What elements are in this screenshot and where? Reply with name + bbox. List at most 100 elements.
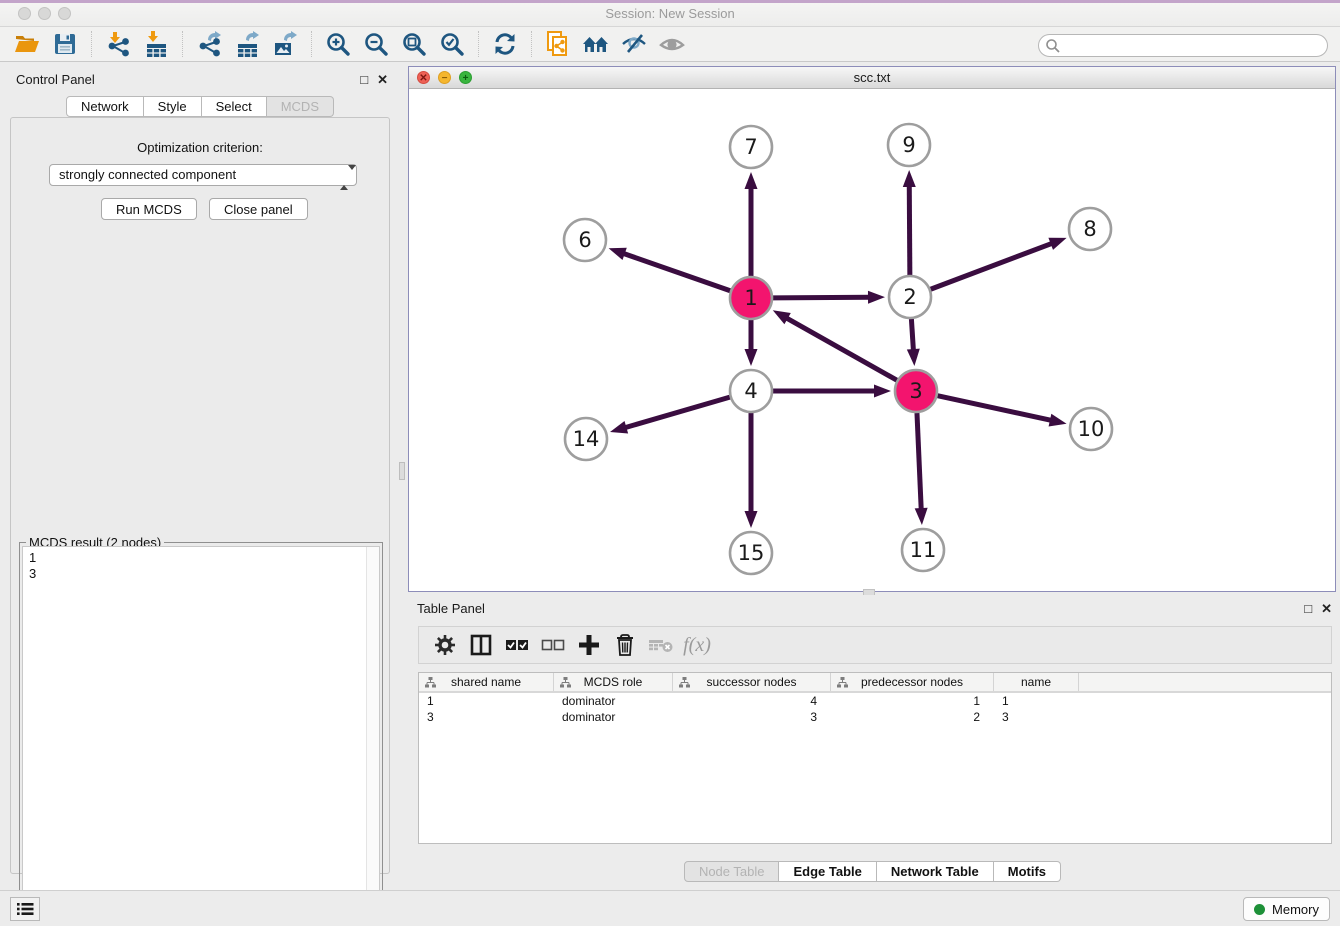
tab-select[interactable]: Select: [202, 96, 267, 117]
tab-node-table[interactable]: Node Table: [684, 861, 780, 882]
network-graph-canvas[interactable]: 7968124314101511: [409, 89, 1335, 591]
table-cell: 3: [994, 709, 1079, 725]
toolbar-separator: [478, 31, 479, 57]
column-header-label: shared name: [451, 675, 521, 689]
add-column-button[interactable]: [571, 630, 607, 660]
float-panel-icon[interactable]: □: [1304, 601, 1312, 616]
result-line: 1: [29, 550, 373, 566]
refresh-button[interactable]: [486, 29, 524, 59]
search-field[interactable]: [1038, 34, 1328, 57]
columns-button[interactable]: [463, 630, 499, 660]
tab-network-table[interactable]: Network Table: [877, 861, 994, 882]
import-network-button[interactable]: [99, 29, 137, 59]
select-stepper-icon: [340, 168, 351, 188]
table-row[interactable]: 1dominator411: [419, 693, 1331, 709]
table-row[interactable]: 3dominator323: [419, 709, 1331, 725]
show-all-button[interactable]: [653, 29, 691, 59]
zoom-fit-icon: [401, 31, 427, 57]
export-table-button[interactable]: [228, 29, 266, 59]
table-panel-title: Table Panel: [405, 595, 1340, 616]
column-header-label: name: [1021, 675, 1051, 689]
arrowhead-icon: [874, 385, 891, 398]
columns-icon: [470, 634, 492, 656]
save-session-button[interactable]: [46, 29, 84, 59]
tab-mcds[interactable]: MCDS: [267, 96, 334, 117]
import-table-button[interactable]: [137, 29, 175, 59]
node-label-1: 1: [744, 286, 757, 310]
control-panel: Control Panel □✕ NetworkStyleSelectMCDS …: [4, 66, 396, 880]
network-maximize-icon[interactable]: +: [459, 71, 472, 84]
unselect-all-columns-button[interactable]: [535, 630, 571, 660]
table-cell: 1: [994, 693, 1079, 709]
import-network-icon: [105, 31, 131, 57]
function-builder-button[interactable]: f(x): [679, 630, 715, 660]
network-window-titlebar[interactable]: ✕ − + scc.txt: [409, 67, 1335, 89]
tab-motifs[interactable]: Motifs: [994, 861, 1061, 882]
edge-3-11[interactable]: [917, 413, 921, 511]
edge-3-10[interactable]: [937, 396, 1052, 421]
node-label-4: 4: [744, 379, 757, 403]
edge-1-2[interactable]: [773, 297, 871, 298]
window-minimize-icon[interactable]: [38, 7, 51, 20]
refresh-icon: [493, 32, 517, 56]
first-neighbors-button[interactable]: [577, 29, 615, 59]
task-history-button[interactable]: [10, 897, 40, 921]
toolbar-separator: [182, 31, 183, 57]
search-input[interactable]: [1061, 37, 1327, 55]
export-network-button[interactable]: [190, 29, 228, 59]
new-network-from-selection-button[interactable]: [539, 29, 577, 59]
new-network-from-selection-icon: [545, 30, 571, 58]
delete-table-button[interactable]: [643, 630, 679, 660]
node-label-6: 6: [578, 228, 591, 252]
zoom-fit-button[interactable]: [395, 29, 433, 59]
criterion-select[interactable]: strongly connected component: [49, 164, 357, 186]
window-close-icon[interactable]: [18, 7, 31, 20]
memory-button[interactable]: Memory: [1243, 897, 1330, 921]
edge-4-14[interactable]: [623, 397, 729, 428]
column-header-successor-nodes[interactable]: successor nodes: [673, 673, 831, 691]
export-network-icon: [196, 31, 222, 57]
result-scrollbar[interactable]: [366, 547, 379, 912]
import-table-icon: [143, 31, 169, 57]
column-header-name[interactable]: name: [994, 673, 1079, 691]
column-header-MCDS-role[interactable]: MCDS role: [554, 673, 673, 691]
tab-edge-table[interactable]: Edge Table: [779, 861, 876, 882]
column-header-shared-name[interactable]: shared name: [419, 673, 554, 691]
arrowhead-icon: [609, 248, 627, 260]
node-table[interactable]: shared name MCDS rolesuccessor nodesprede…: [418, 672, 1332, 844]
open-file-button[interactable]: [8, 29, 46, 59]
close-panel-button[interactable]: Close panel: [209, 198, 308, 220]
export-image-button[interactable]: [266, 29, 304, 59]
edge-2-9[interactable]: [909, 184, 910, 275]
edge-3-1[interactable]: [785, 317, 897, 380]
window-zoom-icon[interactable]: [58, 7, 71, 20]
edge-2-3[interactable]: [911, 319, 913, 352]
run-mcds-button[interactable]: Run MCDS: [101, 198, 197, 220]
mcds-result-lines: 13: [29, 550, 373, 582]
mcds-result-text[interactable]: 13: [22, 546, 380, 913]
zoom-out-button[interactable]: [357, 29, 395, 59]
unselect-all-columns-icon: [541, 638, 565, 652]
arrowhead-icon: [610, 421, 628, 433]
edge-1-6[interactable]: [622, 253, 730, 291]
search-icon: [1045, 38, 1061, 54]
edge-2-8[interactable]: [931, 243, 1054, 289]
node-label-14: 14: [573, 427, 600, 451]
tab-style[interactable]: Style: [144, 96, 202, 117]
hide-selected-button[interactable]: [615, 29, 653, 59]
float-panel-icon[interactable]: □: [360, 72, 368, 87]
network-minimize-icon[interactable]: −: [438, 71, 451, 84]
table-cell: dominator: [554, 709, 673, 725]
column-header-predecessor-nodes[interactable]: predecessor nodes: [831, 673, 994, 691]
zoom-selected-button[interactable]: [433, 29, 471, 59]
close-panel-icon[interactable]: ✕: [1321, 601, 1332, 616]
zoom-in-button[interactable]: [319, 29, 357, 59]
network-close-icon[interactable]: ✕: [417, 71, 430, 84]
tab-network[interactable]: Network: [66, 96, 144, 117]
delete-column-button[interactable]: [607, 630, 643, 660]
close-panel-icon[interactable]: ✕: [377, 72, 388, 87]
gear-button[interactable]: [427, 630, 463, 660]
select-all-columns-button[interactable]: [499, 630, 535, 660]
vertical-splitter-grip[interactable]: [399, 462, 405, 480]
function-builder-icon: f(x): [683, 634, 711, 657]
